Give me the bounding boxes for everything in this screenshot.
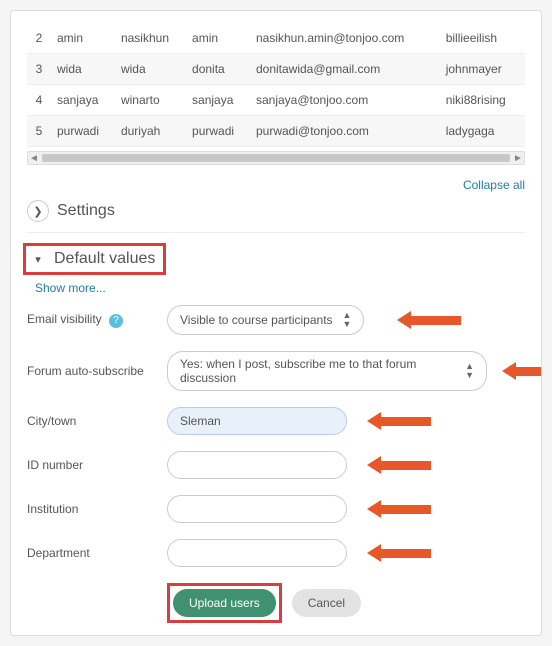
cell: niki88rising <box>440 85 525 116</box>
input-value: Sleman <box>180 414 221 428</box>
scroll-thumb[interactable] <box>42 154 510 162</box>
department-label: Department <box>27 546 167 560</box>
annotation-arrow <box>502 362 541 380</box>
select-caret-icon: ▲▼ <box>343 311 352 329</box>
cell: sanjaya@tonjoo.com <box>250 85 440 116</box>
city-input[interactable]: Sleman <box>167 407 347 435</box>
cell: duriyah <box>115 116 186 147</box>
scroll-left-icon[interactable]: ◄ <box>28 153 40 164</box>
row-index: 2 <box>27 23 51 54</box>
default-values-toggle[interactable]: ▾ Default values <box>30 250 155 268</box>
table-row: 2 amin nasikhun amin nasikhun.amin@tonjo… <box>27 23 525 54</box>
forum-auto-select[interactable]: Yes: when I post, subscribe me to that f… <box>167 351 487 391</box>
table-row: 4 sanjaya winarto sanjaya sanjaya@tonjoo… <box>27 85 525 116</box>
cell: purwadi <box>186 116 250 147</box>
help-icon[interactable]: ? <box>109 314 123 328</box>
select-value: Yes: when I post, subscribe me to that f… <box>180 357 455 385</box>
cell: billieeilish <box>440 23 525 54</box>
institution-input[interactable] <box>167 495 347 523</box>
email-visibility-label: Email visibility ? <box>27 312 167 328</box>
cell: wida <box>51 54 115 85</box>
cell: donitawida@gmail.com <box>250 54 440 85</box>
cell: ladygaga <box>440 116 525 147</box>
cell: amin <box>186 23 250 54</box>
city-label: City/town <box>27 414 167 428</box>
settings-title: Settings <box>57 202 115 220</box>
cell: amin <box>51 23 115 54</box>
settings-toggle[interactable]: ❯ Settings <box>27 200 525 222</box>
cell: johnmayer <box>440 54 525 85</box>
annotation-arrow <box>367 544 431 562</box>
select-caret-icon: ▲▼ <box>465 362 474 380</box>
row-index: 3 <box>27 54 51 85</box>
department-input[interactable] <box>167 539 347 567</box>
cell: nasikhun <box>115 23 186 54</box>
cancel-button[interactable]: Cancel <box>292 589 361 617</box>
annotation-arrow <box>397 311 461 329</box>
cell: sanjaya <box>186 85 250 116</box>
row-index: 4 <box>27 85 51 116</box>
cell: wida <box>115 54 186 85</box>
divider <box>27 232 525 233</box>
table-row: 3 wida wida donita donitawida@gmail.com … <box>27 54 525 85</box>
forum-auto-label: Forum auto-subscribe <box>27 364 167 378</box>
default-values-highlight: ▾ Default values <box>23 243 166 275</box>
row-index: 5 <box>27 116 51 147</box>
horizontal-scrollbar[interactable]: ◄ ► <box>27 151 525 165</box>
table-row: 5 purwadi duriyah purwadi purwadi@tonjoo… <box>27 116 525 147</box>
annotation-arrow <box>367 412 431 430</box>
users-table: 2 amin nasikhun amin nasikhun.amin@tonjo… <box>27 23 525 147</box>
annotation-arrow <box>367 456 431 474</box>
cell: donita <box>186 54 250 85</box>
upload-highlight: Upload users <box>167 583 282 623</box>
institution-label: Institution <box>27 502 167 516</box>
scroll-right-icon[interactable]: ► <box>512 153 524 164</box>
idnumber-label: ID number <box>27 458 167 472</box>
email-visibility-select[interactable]: Visible to course participants ▲▼ <box>167 305 364 335</box>
upload-users-button[interactable]: Upload users <box>173 589 276 617</box>
cell: nasikhun.amin@tonjoo.com <box>250 23 440 54</box>
cell: sanjaya <box>51 85 115 116</box>
cell: winarto <box>115 85 186 116</box>
select-value: Visible to course participants <box>180 313 333 327</box>
cell: purwadi <box>51 116 115 147</box>
annotation-arrow <box>367 500 431 518</box>
collapse-all-link[interactable]: Collapse all <box>463 178 525 192</box>
chevron-down-icon: ▾ <box>30 253 46 266</box>
idnumber-input[interactable] <box>167 451 347 479</box>
default-values-title: Default values <box>54 250 155 268</box>
content-panel: 2 amin nasikhun amin nasikhun.amin@tonjo… <box>10 10 542 636</box>
chevron-right-icon: ❯ <box>27 200 49 222</box>
cell: purwadi@tonjoo.com <box>250 116 440 147</box>
show-more-link[interactable]: Show more... <box>35 281 106 295</box>
